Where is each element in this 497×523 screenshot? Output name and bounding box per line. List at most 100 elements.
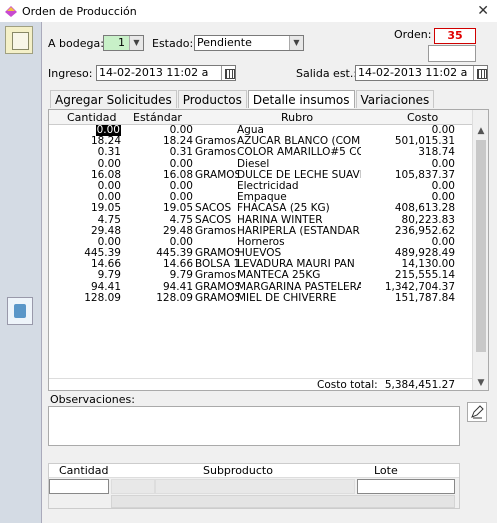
cell-costo[interactable]: 489,928.49	[365, 248, 455, 259]
cell-rubro[interactable]: Empaque	[237, 192, 361, 203]
cell-cantidad[interactable]: 0.00	[57, 159, 121, 170]
cell-rubro[interactable]: MANTECA 25KG	[237, 270, 361, 281]
tab-variaciones[interactable]: Variaciones	[355, 90, 435, 108]
chevron-down-icon[interactable]: ▼	[129, 36, 143, 50]
cell-unidad[interactable]: Gramos c	[195, 147, 239, 158]
close-icon[interactable]: ✕	[477, 3, 489, 19]
cell-costo[interactable]: 0.00	[365, 237, 455, 248]
cell-rubro[interactable]: MIEL DE CHIVERRE	[237, 293, 361, 304]
observaciones-textarea[interactable]	[48, 406, 460, 446]
cell-costo[interactable]: 236,952.62	[365, 226, 455, 237]
cell-estandar[interactable]: 16.08	[125, 170, 193, 181]
cell-rubro[interactable]: Agua	[237, 125, 361, 136]
cell-cantidad[interactable]: 9.79	[57, 270, 121, 281]
tab-productos[interactable]: Productos	[177, 90, 247, 108]
cell-rubro[interactable]: HUEVOS	[237, 248, 361, 259]
cell-costo[interactable]: 0.00	[365, 192, 455, 203]
table-row[interactable]: 29.4829.48Gramos SHARIPERLA (ESTANDAR /2…	[49, 226, 472, 237]
cell-estandar[interactable]: 9.79	[125, 270, 193, 281]
cell-rubro[interactable]: FHACASA (25 KG)	[237, 203, 361, 214]
cell-costo[interactable]: 80,223.83	[365, 215, 455, 226]
cell-cantidad[interactable]: 0.00	[57, 181, 121, 192]
sub-cantidad-input[interactable]	[49, 479, 109, 494]
lote-input[interactable]	[357, 479, 455, 494]
table-row[interactable]: 0.00 0.00 Electricidad 0.00	[49, 181, 472, 192]
table-row[interactable]: 9.79 9.79 Gramos (MANTECA 25KG 215,555.14	[49, 270, 472, 281]
cell-estandar[interactable]: 94.41	[125, 282, 193, 293]
cell-cantidad[interactable]: 445.39	[57, 248, 121, 259]
cell-unidad[interactable]: Gramos (	[195, 270, 239, 281]
cell-costo[interactable]: 0.00	[365, 125, 455, 136]
cell-cantidad[interactable]: 0.00	[57, 125, 121, 136]
cell-estandar[interactable]: 19.05	[125, 203, 193, 214]
cell-costo[interactable]: 0.00	[365, 159, 455, 170]
cell-unidad[interactable]: GRAMOS	[195, 293, 239, 304]
cell-estandar[interactable]: 128.09	[125, 293, 193, 304]
edit-pen-icon[interactable]	[467, 402, 487, 422]
table-row[interactable]: 0.310.31Gramos cCOLOR AMARILLO#5 CON318.…	[49, 147, 472, 158]
table-row[interactable]: 14.66 14.66 BOLSA 1I LEVADURA MAURI PAN 14,1…	[49, 259, 472, 270]
cell-unidad[interactable]: BOLSA 1I	[195, 259, 239, 270]
cell-costo[interactable]: 408,613.28	[365, 203, 455, 214]
tab-detalle-insumos[interactable]: Detalle insumos	[247, 90, 355, 108]
cell-estandar[interactable]: 29.48	[125, 226, 193, 237]
cell-unidad[interactable]: Gramos S	[195, 136, 239, 147]
table-row[interactable]: 4.75 4.75 SACOS HARINA WINTER 80,223.83	[49, 215, 472, 226]
col-lote[interactable]: Lote	[374, 464, 398, 477]
cell-cantidad[interactable]: 0.00	[57, 237, 121, 248]
orden-extra-field[interactable]	[428, 45, 476, 62]
col-estandar[interactable]: Estándar	[133, 111, 182, 124]
cell-unidad[interactable]: SACOS	[195, 203, 239, 214]
cell-cantidad[interactable]: 18.24	[57, 136, 121, 147]
cell-unidad[interactable]: GRAMOS	[195, 282, 239, 293]
table-row[interactable]: 16.0816.08GRAMOSDULCE DE LECHE SUAVE F10…	[49, 170, 472, 181]
cell-rubro[interactable]: AZUCAR BLANCO (COMER	[237, 136, 361, 147]
cell-cantidad[interactable]: 16.08	[57, 170, 121, 181]
cell-unidad[interactable]: Gramos S	[195, 226, 239, 237]
cell-rubro[interactable]: DULCE DE LECHE SUAVE F	[237, 170, 361, 181]
table-row[interactable]: 18.2418.24Gramos SAZUCAR BLANCO (COMER50…	[49, 136, 472, 147]
cell-rubro[interactable]: HARINA WINTER	[237, 215, 361, 226]
subproducto-input[interactable]	[155, 479, 355, 494]
estado-select[interactable]: Pendiente ▼	[194, 35, 304, 51]
cell-costo[interactable]: 1,342,704.37	[365, 282, 455, 293]
col-subproducto[interactable]: Subproducto	[203, 464, 273, 477]
cell-cantidad[interactable]: 4.75	[57, 215, 121, 226]
cell-estandar[interactable]: 0.00	[125, 159, 193, 170]
scroll-thumb[interactable]	[476, 140, 486, 352]
cell-estandar[interactable]: 14.66	[125, 259, 193, 270]
col-sub-cantidad[interactable]: Cantidad	[59, 464, 108, 477]
calendar-icon[interactable]	[221, 66, 235, 80]
cell-rubro[interactable]: LEVADURA MAURI PAN	[237, 259, 361, 270]
cell-cantidad[interactable]: 0.00	[57, 192, 121, 203]
cell-costo[interactable]: 318.74	[365, 147, 455, 158]
cell-estandar[interactable]: 445.39	[125, 248, 193, 259]
cell-costo[interactable]: 151,787.84	[365, 293, 455, 304]
vertical-scrollbar[interactable]: ▲ ▼	[472, 110, 488, 390]
table-row[interactable]: 94.41 94.41 GRAMOS MARGARINA PASTELERA R 1,3…	[49, 282, 472, 293]
table-row[interactable]: 0.00 0.00 Agua 0.00	[49, 125, 472, 136]
calendar-icon[interactable]	[473, 66, 487, 80]
table-row[interactable]: 445.39 445.39 GRAMOS HUEVOS 489,928.49	[49, 248, 472, 259]
scroll-up-icon[interactable]: ▲	[473, 124, 489, 138]
cell-costo[interactable]: 14,130.00	[365, 259, 455, 270]
cell-rubro[interactable]: Electricidad	[237, 181, 361, 192]
cell-estandar[interactable]: 0.00	[125, 192, 193, 203]
cell-estandar[interactable]: 4.75	[125, 215, 193, 226]
cell-cantidad[interactable]: 19.05	[57, 203, 121, 214]
cell-cantidad[interactable]: 94.41	[57, 282, 121, 293]
cell-unidad[interactable]: GRAMOS	[195, 170, 239, 181]
document-icon[interactable]	[5, 26, 33, 54]
cell-cantidad[interactable]: 128.09	[57, 293, 121, 304]
table-row[interactable]: 19.05 19.05 SACOS FHACASA (25 KG) 408,613.28	[49, 203, 472, 214]
cell-rubro[interactable]: HARIPERLA (ESTANDAR /	[237, 226, 361, 237]
col-costo[interactable]: Costo	[407, 111, 438, 124]
cell-costo[interactable]: 215,555.14	[365, 270, 455, 281]
col-cantidad[interactable]: Cantidad	[67, 111, 116, 124]
cell-costo[interactable]: 501,015.31	[365, 136, 455, 147]
cell-estandar[interactable]: 0.00	[125, 181, 193, 192]
cell-rubro[interactable]: Horneros	[237, 237, 361, 248]
cell-estandar[interactable]: 18.24	[125, 136, 193, 147]
cell-cantidad[interactable]: 14.66	[57, 259, 121, 270]
cell-cantidad[interactable]: 0.31	[57, 147, 121, 158]
